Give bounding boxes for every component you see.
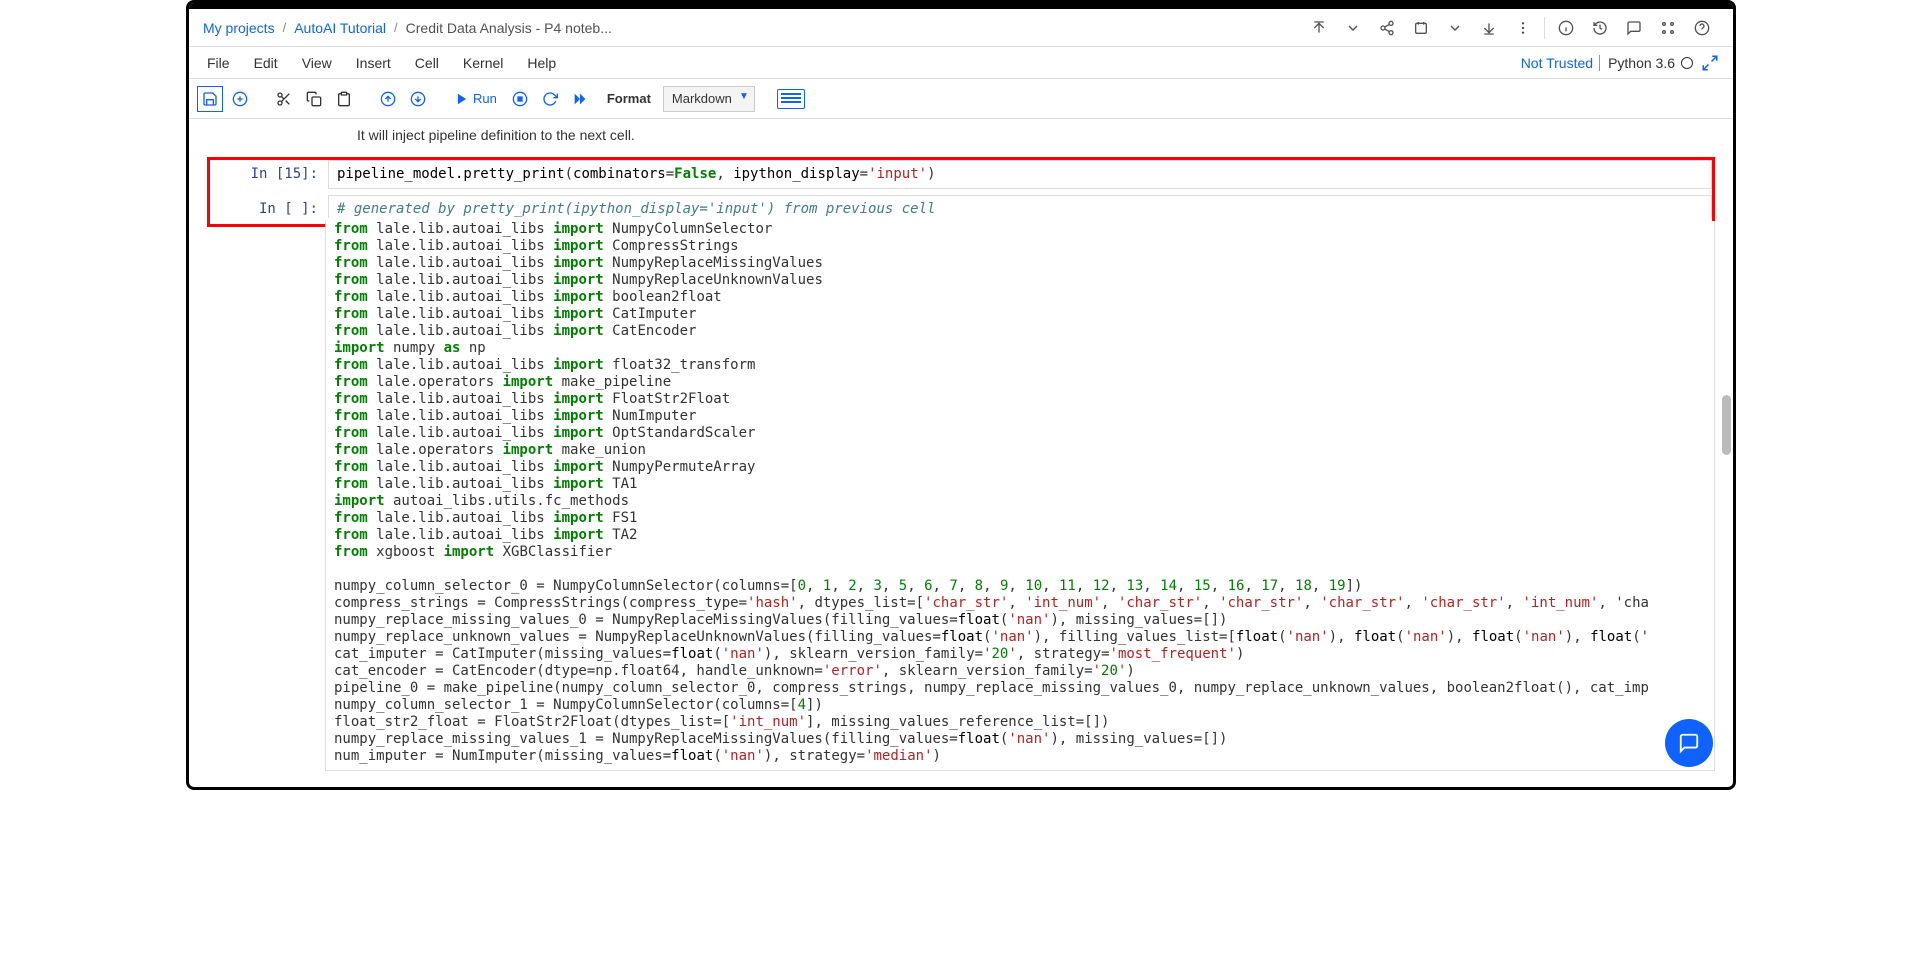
add-cell-icon[interactable] [227,86,253,112]
chevron-down-icon[interactable] [1336,11,1370,45]
menu-help[interactable]: Help [515,51,568,75]
chevron-down2-icon[interactable] [1438,11,1472,45]
menu-file[interactable]: File [195,51,242,75]
data-icon[interactable] [1651,11,1685,45]
menubar: File Edit View Insert Cell Kernel Help N… [189,47,1733,79]
move-up-icon[interactable] [375,86,401,112]
cell-body[interactable]: pipeline_model.pretty_print(combinators=… [328,160,1712,189]
breadcrumb-bar: My projects / AutoAI Tutorial / Credit D… [189,9,1733,47]
menu-cell[interactable]: Cell [403,51,451,75]
paste-icon[interactable] [331,86,357,112]
cell-prompt: In [ ]: [210,195,328,218]
vertical-scrollbar[interactable] [1722,395,1731,455]
upload-icon[interactable] [1302,11,1336,45]
recent-icon[interactable] [1583,11,1617,45]
keyboard-icon[interactable] [777,89,805,109]
download-icon[interactable] [1472,11,1506,45]
menu-kernel[interactable]: Kernel [451,51,515,75]
maximize-icon[interactable] [1701,54,1719,72]
schedule-icon[interactable] [1404,11,1438,45]
kernel-status-circle [1681,57,1693,69]
cell-body[interactable]: from lale.lib.autoai_libs import NumpyCo… [325,221,1715,771]
kernel-indicator: Python 3.6 [1599,55,1693,71]
restart-icon[interactable] [537,86,563,112]
toolbar: Run Format Markdown [189,79,1733,119]
copy-icon[interactable] [301,86,327,112]
save-icon[interactable] [197,86,223,112]
run-button[interactable]: Run [449,91,503,106]
info-icon[interactable] [1549,11,1583,45]
overflow-icon[interactable] [1506,11,1540,45]
not-trusted-label[interactable]: Not Trusted [1521,55,1599,71]
chat-button[interactable] [1665,719,1713,767]
breadcrumb-mid[interactable]: AutoAI Tutorial [294,20,386,36]
run-all-icon[interactable] [567,86,593,112]
share-icon[interactable] [1370,11,1404,45]
breadcrumb-leaf: Credit Data Analysis - P4 noteb... [406,20,612,36]
code-cell-continuation[interactable]: from lale.lib.autoai_libs import NumpyCo… [207,221,1715,771]
move-down-icon[interactable] [405,86,431,112]
cell-prompt: In [15]: [210,160,328,189]
menu-insert[interactable]: Insert [344,51,403,75]
menu-edit[interactable]: Edit [242,51,290,75]
code-cell-empty[interactable]: In [ ]: # generated by pretty_print(ipyt… [210,195,1712,218]
notebook-area[interactable]: It will inject pipeline definition to th… [189,119,1733,787]
format-label: Format [597,91,659,106]
cut-icon[interactable] [271,86,297,112]
cell-body[interactable]: # generated by pretty_print(ipython_disp… [328,195,1712,218]
format-select[interactable]: Markdown [663,86,755,112]
intro-text: It will inject pipeline definition to th… [207,127,1715,143]
stop-icon[interactable] [507,86,533,112]
breadcrumb-root[interactable]: My projects [203,20,275,36]
comment-icon[interactable] [1617,11,1651,45]
highlight-box: In [15]: pipeline_model.pretty_print(com… [207,157,1715,227]
menu-view[interactable]: View [290,51,344,75]
code-cell-15[interactable]: In [15]: pipeline_model.pretty_print(com… [210,160,1712,189]
help-icon[interactable] [1685,11,1719,45]
